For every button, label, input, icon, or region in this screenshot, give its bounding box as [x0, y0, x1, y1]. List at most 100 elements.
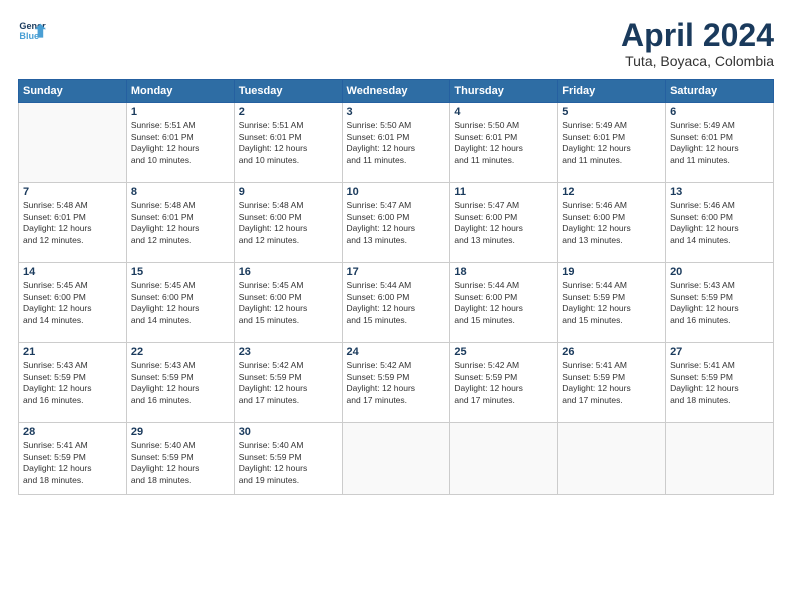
day-cell: 5Sunrise: 5:49 AMSunset: 6:01 PMDaylight… [558, 103, 666, 183]
cell-text-line: Daylight: 12 hours [670, 223, 769, 234]
day-number: 19 [562, 266, 661, 278]
cell-text-line: Sunset: 5:59 PM [670, 292, 769, 303]
day-cell: 3 Sunrise: 5:50 AMSunset: 6:01 PMDaylight… [342, 103, 450, 183]
cell-text-line: Sunrise: 5:47 AM [347, 200, 446, 211]
cell-text-line: Sunset: 6:00 PM [23, 292, 122, 303]
cell-text-line: Sunrise: 5:49 AM [562, 120, 661, 131]
cell-text-line: Sunrise: 5:50 AM [347, 120, 446, 131]
cell-text-line: and 17 minutes. [454, 395, 553, 406]
cell-text-line: and 11 minutes. [670, 155, 769, 166]
cell-text-line: Daylight: 12 hours [347, 223, 446, 234]
cell-text-line: and 16 minutes. [670, 315, 769, 326]
cell-text-line: and 10 minutes. [131, 155, 230, 166]
cell-text-line: Daylight: 12 hours [347, 143, 446, 154]
cell-text-line: Sunrise: 5:44 AM [347, 280, 446, 291]
cell-text-line: Sunrise: 5:41 AM [562, 360, 661, 371]
day-number: 20 [670, 266, 769, 278]
cell-text-line: Sunset: 6:01 PM [347, 132, 446, 143]
header-sunday: Sunday [19, 80, 127, 103]
cell-text-line: Daylight: 12 hours [562, 143, 661, 154]
week-row-3: 14Sunrise: 5:45 AMSunset: 6:00 PMDayligh… [19, 263, 774, 343]
cell-text-line: Daylight: 12 hours [562, 383, 661, 394]
week-row-5: 28Sunrise: 5:41 AMSunset: 5:59 PMDayligh… [19, 423, 774, 495]
cell-text-line: Daylight: 12 hours [670, 303, 769, 314]
cell-text-line: Sunset: 6:00 PM [454, 212, 553, 223]
day-cell [19, 103, 127, 183]
cell-text-line: Daylight: 12 hours [23, 303, 122, 314]
day-cell [558, 423, 666, 495]
cell-text-line: Daylight: 12 hours [454, 143, 553, 154]
cell-text-line: Sunrise: 5:47 AM [454, 200, 553, 211]
cell-text-line: Sunset: 5:59 PM [131, 372, 230, 383]
cell-text-line: Sunset: 6:00 PM [454, 292, 553, 303]
cell-text-line: Sunrise: 5:42 AM [454, 360, 553, 371]
day-cell: 6Sunrise: 5:49 AMSunset: 6:01 PMDaylight… [666, 103, 774, 183]
cell-text-line: Sunset: 6:00 PM [347, 212, 446, 223]
cell-text-line: and 14 minutes. [131, 315, 230, 326]
cell-text-line: Daylight: 12 hours [347, 383, 446, 394]
cell-text-line: Sunrise: 5:45 AM [23, 280, 122, 291]
cell-text-line: Sunset: 5:59 PM [23, 372, 122, 383]
cell-text-line: and 11 minutes. [347, 155, 446, 166]
cell-text-line: Sunrise: 5:43 AM [670, 280, 769, 291]
day-cell: 13Sunrise: 5:46 AMSunset: 6:00 PMDayligh… [666, 183, 774, 263]
location-subtitle: Tuta, Boyaca, Colombia [621, 53, 774, 69]
day-number: 12 [562, 186, 661, 198]
day-cell: 19Sunrise: 5:44 AMSunset: 5:59 PMDayligh… [558, 263, 666, 343]
day-cell: 14Sunrise: 5:45 AMSunset: 6:00 PMDayligh… [19, 263, 127, 343]
cell-text-line: and 13 minutes. [347, 235, 446, 246]
day-cell: 16Sunrise: 5:45 AMSunset: 6:00 PMDayligh… [234, 263, 342, 343]
day-cell: 23Sunrise: 5:42 AMSunset: 5:59 PMDayligh… [234, 343, 342, 423]
cell-text-line: and 18 minutes. [670, 395, 769, 406]
cell-text-line: Sunrise: 5:46 AM [670, 200, 769, 211]
cell-text-line: Sunset: 6:00 PM [347, 292, 446, 303]
cell-text-line: and 12 minutes. [131, 235, 230, 246]
cell-text-line: and 17 minutes. [347, 395, 446, 406]
cell-text-line: Daylight: 12 hours [562, 223, 661, 234]
day-number: 21 [23, 346, 122, 358]
cell-text-line: Sunset: 6:01 PM [131, 132, 230, 143]
cell-text-line: Sunset: 5:59 PM [562, 292, 661, 303]
day-number: 27 [670, 346, 769, 358]
logo: General Blue [18, 18, 46, 46]
cell-text-line: Sunrise: 5:43 AM [23, 360, 122, 371]
cell-text-line: Sunrise: 5:41 AM [670, 360, 769, 371]
day-number: 25 [454, 346, 553, 358]
day-number: 7 [23, 186, 122, 198]
day-number: 4 [454, 106, 553, 118]
title-block: April 2024 Tuta, Boyaca, Colombia [621, 18, 774, 69]
day-number: 8 [131, 186, 230, 198]
cell-text-line: Sunset: 5:59 PM [562, 372, 661, 383]
cell-text-line: and 16 minutes. [23, 395, 122, 406]
cell-text-line: Daylight: 12 hours [239, 223, 338, 234]
day-cell: 2Sunrise: 5:51 AMSunset: 6:01 PMDaylight… [234, 103, 342, 183]
cell-text-line: Daylight: 12 hours [131, 383, 230, 394]
day-cell: 29Sunrise: 5:40 AMSunset: 5:59 PMDayligh… [126, 423, 234, 495]
day-number: 29 [131, 426, 230, 438]
cell-text-line: Daylight: 12 hours [562, 303, 661, 314]
calendar-table: Sunday Monday Tuesday Wednesday Thursday… [18, 79, 774, 495]
cell-text-line: Sunset: 5:59 PM [23, 452, 122, 463]
day-number: 9 [239, 186, 338, 198]
day-number: 13 [670, 186, 769, 198]
cell-text-line: and 17 minutes. [239, 395, 338, 406]
day-cell: 20 Sunrise: 5:43 AMSunset: 5:59 PMDayligh… [666, 263, 774, 343]
day-cell: 7Sunrise: 5:48 AMSunset: 6:01 PMDaylight… [19, 183, 127, 263]
day-cell: 15Sunrise: 5:45 AMSunset: 6:00 PMDayligh… [126, 263, 234, 343]
cell-text-line: Daylight: 12 hours [23, 223, 122, 234]
cell-text-line: Sunrise: 5:46 AM [562, 200, 661, 211]
cell-text-line: and 13 minutes. [454, 235, 553, 246]
header: General Blue April 2024 Tuta, Boyaca, Co… [18, 18, 774, 69]
header-monday: Monday [126, 80, 234, 103]
cell-text-line: Sunset: 5:59 PM [454, 372, 553, 383]
cell-text-line: Sunrise: 5:48 AM [239, 200, 338, 211]
logo-icon: General Blue [18, 18, 46, 46]
cell-text-line: Sunset: 6:01 PM [131, 212, 230, 223]
cell-text-line: Sunrise: 5:40 AM [239, 440, 338, 451]
cell-text-line: Sunrise: 5:48 AM [23, 200, 122, 211]
day-number: 28 [23, 426, 122, 438]
day-number: 24 [347, 346, 446, 358]
cell-text-line: Sunset: 6:01 PM [670, 132, 769, 143]
day-number: 3 [347, 106, 446, 118]
cell-text-line: Daylight: 12 hours [454, 383, 553, 394]
